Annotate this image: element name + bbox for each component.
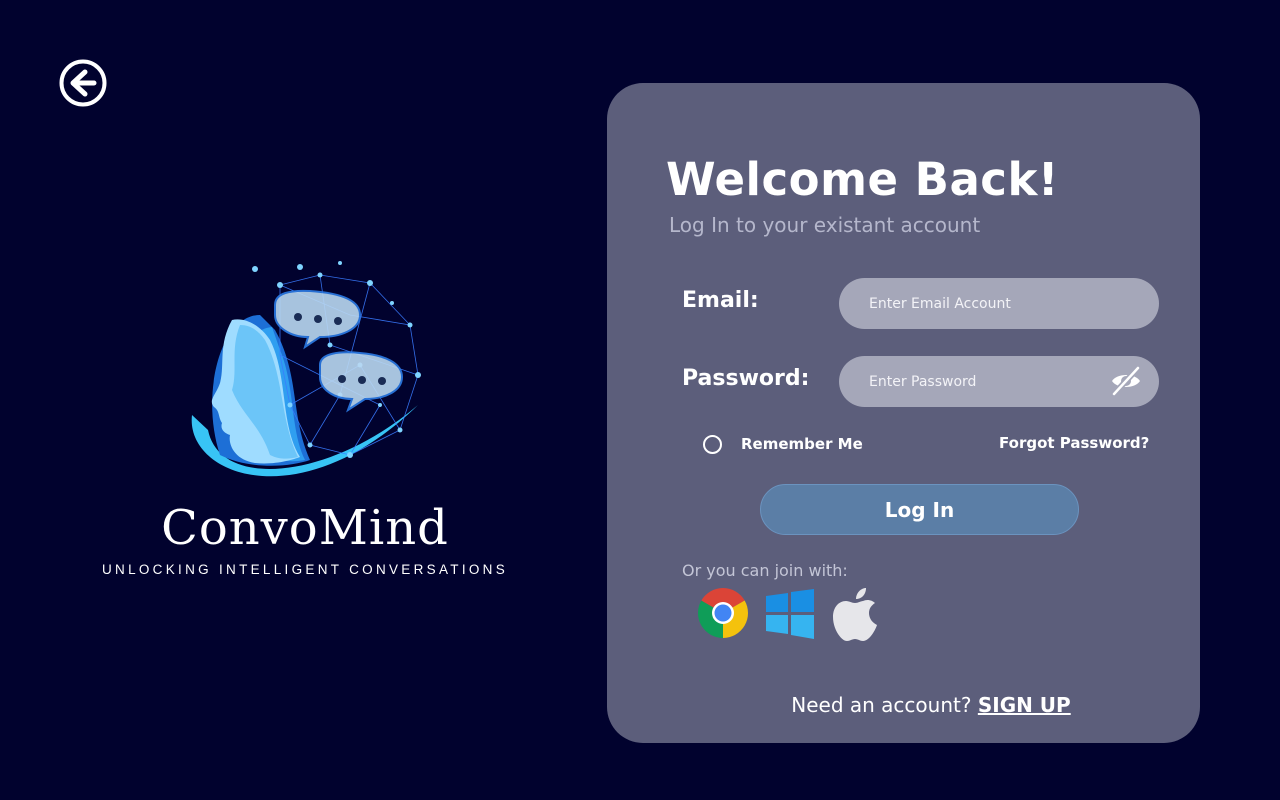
- logo-icon: [191, 261, 421, 477]
- remember-me-radio[interactable]: [703, 435, 722, 454]
- email-label: Email:: [682, 288, 759, 313]
- apple-icon: [833, 588, 877, 641]
- signup-row: Need an account? SIGN UP: [607, 693, 1200, 717]
- signup-link[interactable]: SIGN UP: [978, 693, 1071, 717]
- eye-slash-icon: [1111, 365, 1141, 397]
- remember-me-label: Remember Me: [741, 435, 863, 453]
- login-card: Welcome Back! Log In to your existant ac…: [607, 83, 1200, 743]
- welcome-title: Welcome Back!: [666, 153, 1059, 206]
- brand-tagline: UNLOCKING INTELLIGENT CONVERSATIONS: [101, 562, 509, 577]
- password-field-wrapper: [839, 356, 1159, 407]
- join-with-text: Or you can join with:: [682, 561, 848, 580]
- windows-icon: [766, 589, 814, 639]
- forgot-password-link[interactable]: Forgot Password?: [999, 434, 1149, 452]
- brand-logo: [180, 255, 430, 505]
- password-label: Password:: [682, 366, 810, 391]
- signup-prompt: Need an account?: [791, 693, 972, 717]
- welcome-subtitle: Log In to your existant account: [669, 213, 981, 237]
- back-button[interactable]: [59, 59, 107, 107]
- chrome-login-button[interactable]: [697, 587, 749, 639]
- windows-login-button[interactable]: [764, 587, 816, 641]
- login-button[interactable]: Log In: [760, 484, 1079, 535]
- brand-name: ConvoMind: [161, 500, 449, 556]
- brand-panel: ConvoMind UNLOCKING INTELLIGENT CONVERSA…: [100, 255, 510, 595]
- password-visibility-toggle[interactable]: [1109, 365, 1143, 397]
- back-arrow-icon: [59, 59, 107, 107]
- email-field-wrapper: [839, 278, 1159, 329]
- apple-login-button[interactable]: [829, 587, 881, 643]
- chrome-icon: [698, 588, 748, 638]
- email-field[interactable]: [839, 278, 1159, 329]
